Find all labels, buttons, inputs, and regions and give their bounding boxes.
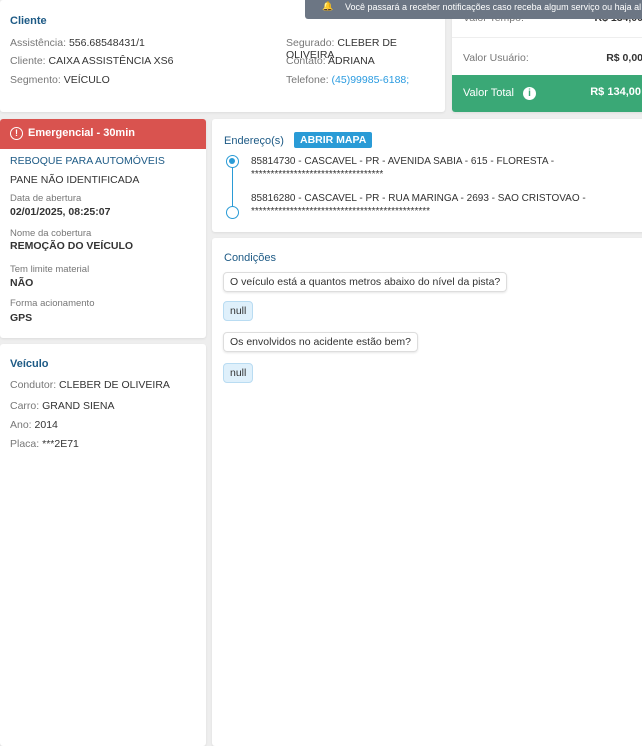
label: Forma acionamento <box>10 298 95 309</box>
vehicle-card: Veículo Condutor: CLEBER DE OLIVEIRA Car… <box>0 344 206 746</box>
label: Segurado: <box>286 37 335 49</box>
answer-bubble: null <box>223 301 254 321</box>
value: R$ 134,00 <box>590 86 641 98</box>
label: Valor Total <box>463 87 514 99</box>
address-title: Endereço(s) <box>224 135 284 147</box>
urgency-badge: ! Emergencial - 30min <box>0 119 206 149</box>
label: Tem limite material <box>10 264 90 275</box>
question-bubble: O veículo está a quantos metros abaixo d… <box>223 272 508 292</box>
coverage: REMOÇÃO DO VEÍCULO <box>10 240 134 252</box>
value: CLEBER DE OLIVEIRA <box>59 379 170 391</box>
value: ***2E71 <box>42 438 79 450</box>
client-title: Cliente <box>10 15 47 27</box>
origin-dot-icon <box>226 155 239 168</box>
value: ADRIANA <box>328 55 375 67</box>
label: Valor Usuário: <box>463 52 529 64</box>
label: Telefone: <box>286 74 329 86</box>
conditions-card: Condições O veículo está a quantos metro… <box>212 238 642 746</box>
value: VEÍCULO <box>63 74 110 86</box>
timeline-line <box>232 161 233 211</box>
conditions-title: Condições <box>224 252 276 264</box>
answer-bubble: null <box>223 363 254 383</box>
condutor: Condutor: CLEBER DE OLIVEIRA <box>10 379 170 391</box>
address-item: 85814730 - CASCAVEL - PR - AVENIDA SABIA… <box>251 155 554 181</box>
address-card: Endereço(s) ABRIR MAPA 85814730 - CASCAV… <box>212 119 642 232</box>
label: Contato: <box>286 55 326 67</box>
value: CAIXA ASSISTÊNCIA XS6 <box>48 55 174 67</box>
assistencia: Assistência: 556.68548431/1 <box>10 37 145 49</box>
service-type: REBOQUE PARA AUTOMÓVEIS <box>10 155 165 167</box>
value: 2014 <box>34 419 58 431</box>
label: Data de abertura <box>10 193 82 204</box>
cliente: Cliente: CAIXA ASSISTÊNCIA XS6 <box>10 55 173 67</box>
bell-icon: 🔔 <box>322 1 334 11</box>
badge-text: Emergencial - 30min <box>28 127 135 139</box>
label: Cliente: <box>10 55 46 67</box>
material-limit: NÃO <box>10 277 34 289</box>
label: Placa: <box>10 438 40 450</box>
label: Carro: <box>10 400 40 412</box>
label: Condutor: <box>10 379 57 391</box>
open-map-button[interactable]: ABRIR MAPA <box>294 132 373 148</box>
segmento: Segmento: VEÍCULO <box>10 74 110 86</box>
valor-total: Valor Total i R$ 134,00 <box>452 75 642 112</box>
contato: Contato: ADRIANA <box>286 55 375 67</box>
activation-form: GPS <box>10 312 33 324</box>
address-line: 85816280 - CASCAVEL - PR - RUA MARINGA -… <box>251 193 586 204</box>
label: Segmento: <box>10 74 61 86</box>
label: Assistência: <box>10 37 67 49</box>
address-line: ****************************************… <box>251 206 431 217</box>
ano: Ano: 2014 <box>10 419 58 431</box>
value: R$ 0,00 <box>606 52 642 64</box>
service-card: ! Emergencial - 30min REBOQUE PARA AUTOMÓ… <box>0 119 206 338</box>
valor-usuario: Valor Usuário: R$ 0,00 <box>463 52 642 64</box>
carro: Carro: GRAND SIENA <box>10 400 114 412</box>
value: GRAND SIENA <box>42 400 115 412</box>
open-date: 02/01/2025, 08:25:07 <box>10 206 111 218</box>
destination-dot-icon <box>226 206 239 219</box>
info-icon[interactable]: i <box>523 87 537 100</box>
telefone: Telefone: (45)99985-6188; <box>286 74 409 86</box>
address-line: 85814730 - CASCAVEL - PR - AVENIDA SABIA… <box>251 156 555 167</box>
notification-toast: 🔔 Você passará a receber notificações cas… <box>305 0 642 19</box>
vehicle-title: Veículo <box>10 358 49 370</box>
label: Nome da cobertura <box>10 228 92 239</box>
label: Ano: <box>10 419 32 431</box>
address-item: 85816280 - CASCAVEL - PR - RUA MARINGA -… <box>251 192 586 218</box>
address-line: ********************************** <box>251 169 384 180</box>
question-bubble: Os envolvidos no acidente estão bem? <box>223 332 418 352</box>
phone-link[interactable]: (45)99985-6188; <box>332 74 410 86</box>
notification-text: Você passará a receber notificações caso… <box>345 2 642 12</box>
alert-icon: ! <box>10 127 23 140</box>
problem: PANE NÃO IDENTIFICADA <box>10 174 140 186</box>
value: 556.68548431/1 <box>68 37 145 49</box>
placa: Placa: ***2E71 <box>10 438 79 450</box>
